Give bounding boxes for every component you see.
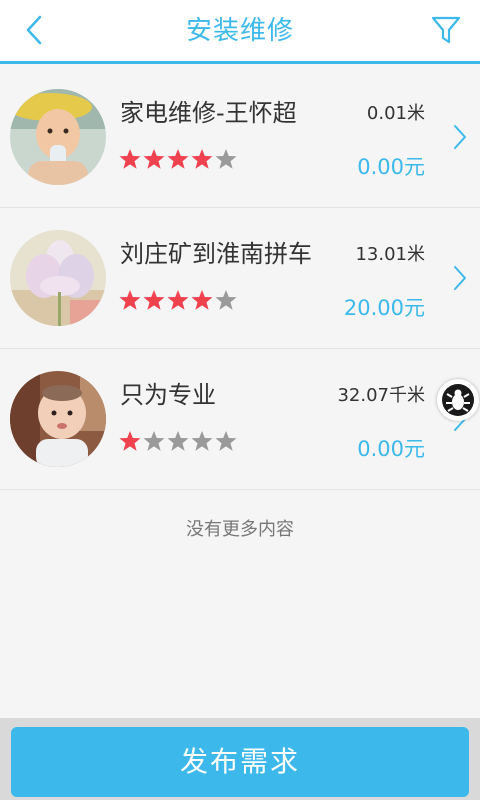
- service-list: 家电维修-王怀超 0.01米 0.00元 刘庄矿到淮南拼车 13.01米 20.…: [0, 67, 480, 490]
- item-price: 20.00元: [343, 296, 425, 320]
- star-filled-icon: [191, 290, 213, 310]
- item-title: 家电维修-王怀超: [120, 99, 297, 127]
- star-filled-icon: [143, 149, 165, 169]
- list-item[interactable]: 家电维修-王怀超 0.01米 0.00元: [0, 67, 480, 208]
- star-empty-icon: [143, 431, 165, 451]
- bug-icon: [442, 384, 474, 416]
- star-filled-icon: [143, 290, 165, 310]
- item-title: 刘庄矿到淮南拼车: [120, 240, 312, 268]
- rating-stars: [118, 147, 238, 171]
- rating-stars: [118, 429, 238, 453]
- star-empty-icon: [215, 290, 237, 310]
- star-filled-icon: [167, 149, 189, 169]
- list-item[interactable]: 只为专业 32.07千米 0.00元: [0, 349, 480, 490]
- item-price: 0.00元: [357, 437, 425, 461]
- end-of-list-text: 没有更多内容: [186, 519, 294, 540]
- item-title: 只为专业: [120, 381, 216, 409]
- publish-request-button[interactable]: 发布需求: [11, 727, 469, 797]
- star-empty-icon: [215, 431, 237, 451]
- star-filled-icon: [119, 431, 141, 451]
- filter-button[interactable]: [426, 10, 466, 50]
- list-item[interactable]: 刘庄矿到淮南拼车 13.01米 20.00元: [0, 208, 480, 349]
- star-empty-icon: [191, 431, 213, 451]
- star-empty-icon: [167, 431, 189, 451]
- header-bar: 安装维修: [0, 0, 480, 64]
- star-empty-icon: [215, 149, 237, 169]
- chevron-right-icon: [454, 125, 466, 149]
- avatar: [10, 89, 106, 185]
- rating-stars: [118, 288, 238, 312]
- star-filled-icon: [119, 290, 141, 310]
- item-distance: 32.07千米: [337, 385, 425, 406]
- item-distance: 0.01米: [366, 103, 425, 124]
- floating-assistant-button[interactable]: [437, 379, 479, 421]
- avatar: [10, 230, 106, 326]
- avatar: [10, 371, 106, 467]
- page-title: 安装维修: [185, 16, 294, 46]
- item-distance: 13.01米: [355, 244, 425, 265]
- star-filled-icon: [191, 149, 213, 169]
- star-filled-icon: [167, 290, 189, 310]
- item-price: 0.00元: [357, 155, 425, 179]
- filter-funnel-icon: [431, 16, 461, 44]
- star-filled-icon: [119, 149, 141, 169]
- app-screen: 安装维修 家电维修-王怀超 0.01米 0.00元 刘庄矿到淮南拼车 13.01…: [0, 0, 480, 800]
- chevron-right-icon: [454, 266, 466, 290]
